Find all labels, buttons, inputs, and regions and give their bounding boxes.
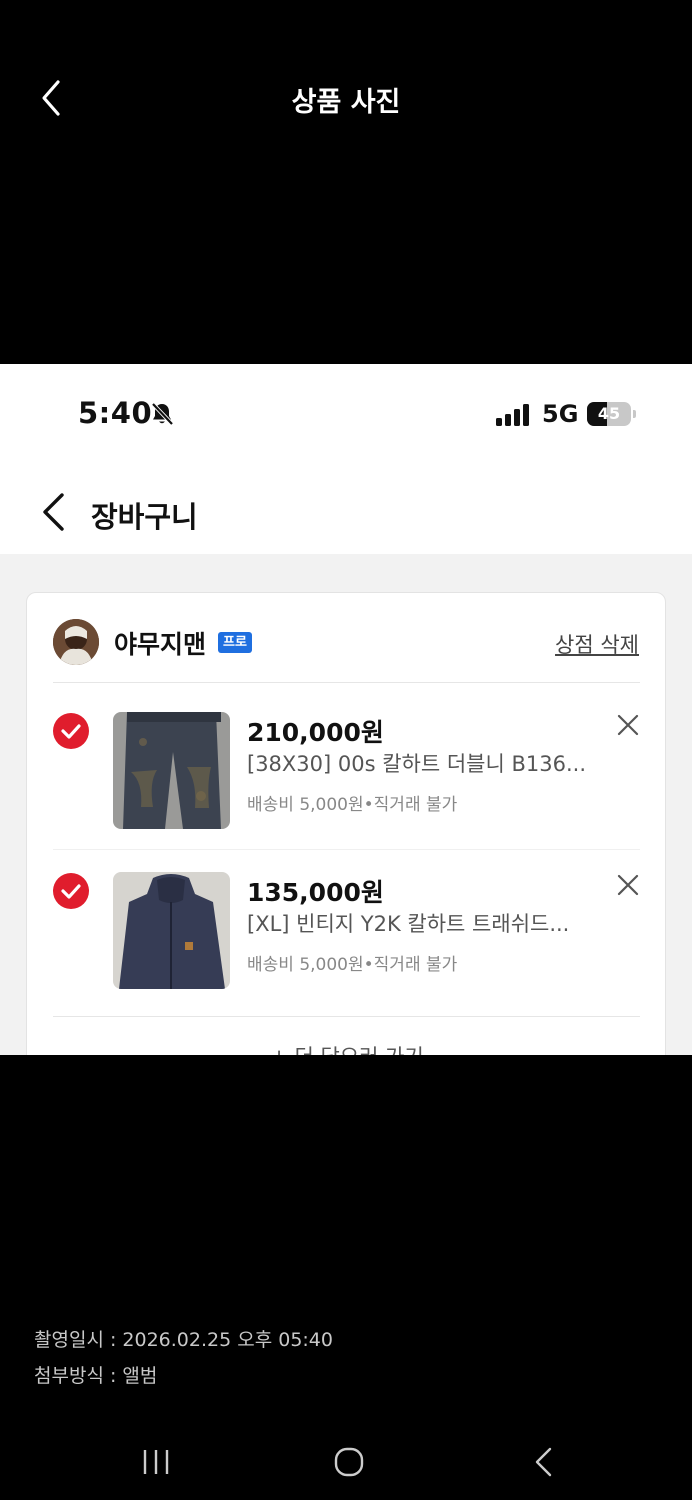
- item-checkbox[interactable]: [53, 713, 89, 749]
- item-price: 135,000원: [247, 878, 384, 907]
- back-icon[interactable]: [524, 1442, 564, 1482]
- pro-badge: 프로: [218, 632, 252, 653]
- home-icon[interactable]: [329, 1442, 369, 1482]
- system-nav-bar: [0, 1420, 692, 1500]
- shot-time-info: 촬영일시 : 2026.02.25 오후 05:40: [34, 1329, 333, 1351]
- attach-method-info: 첨부방식 : 앨범: [34, 1365, 158, 1387]
- check-icon: [61, 724, 81, 739]
- add-more-link[interactable]: + 더 담으러 가기: [27, 1041, 667, 1055]
- item-title[interactable]: [XL] 빈티지 Y2K 칼하트 트래쉬드...: [247, 908, 592, 938]
- page-title: 장바구니: [91, 500, 198, 534]
- shop-avatar[interactable]: [53, 619, 99, 665]
- delete-shop-button[interactable]: 상점 삭제: [555, 629, 639, 659]
- check-icon: [61, 884, 81, 899]
- item-thumbnail[interactable]: [113, 712, 230, 829]
- cart-item: 135,000원 [XL] 빈티지 Y2K 칼하트 트래쉬드... 배송비 5,…: [27, 843, 667, 1003]
- item-thumbnail[interactable]: [113, 872, 230, 989]
- item-title[interactable]: [38X30] 00s 칼하트 더블니 B136...: [247, 748, 592, 778]
- item-shipping-info: 배송비 5,000원•직거래 불가: [247, 795, 458, 815]
- close-icon[interactable]: [616, 713, 640, 737]
- item-shipping-info: 배송비 5,000원•직거래 불가: [247, 955, 458, 975]
- product-photo: 5:40 5G 45 장바구니 야무지맨 프로 상점 삭제 210,000원 […: [0, 364, 692, 1055]
- item-checkbox[interactable]: [53, 873, 89, 909]
- item-price: 210,000원: [247, 718, 384, 747]
- cart-item: 210,000원 [38X30] 00s 칼하트 더블니 B136... 배송비…: [27, 683, 667, 843]
- viewer-header: 상품 사진: [0, 0, 692, 200]
- shop-card: 야무지맨 프로 상점 삭제 210,000원 [38X30] 00s 칼하트 더…: [26, 592, 666, 1055]
- chevron-left-icon[interactable]: [38, 492, 72, 532]
- shop-name[interactable]: 야무지맨: [114, 625, 206, 661]
- divider: [53, 1016, 640, 1017]
- recent-apps-icon[interactable]: [136, 1442, 176, 1482]
- close-icon[interactable]: [616, 873, 640, 897]
- nav-back[interactable]: [38, 492, 72, 532]
- viewer-title: 상품 사진: [291, 87, 401, 118]
